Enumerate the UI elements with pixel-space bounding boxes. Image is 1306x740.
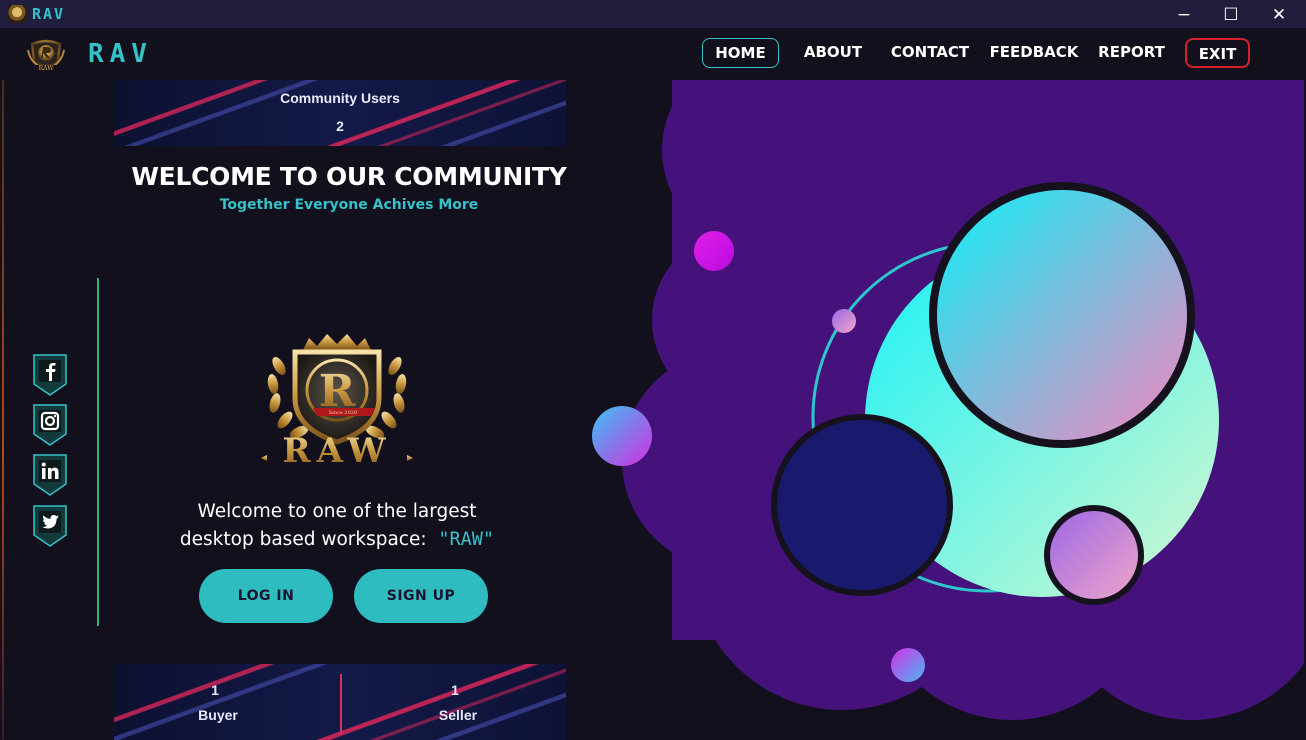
buyer-label: Buyer: [198, 707, 238, 723]
facebook-icon[interactable]: [33, 354, 67, 396]
header: RAW RAV HOME ABOUT CONTACT FEEDBACK REPO…: [2, 28, 1304, 80]
pink-circle: [1044, 505, 1144, 605]
blue-dot: [592, 406, 652, 466]
app-icon: [8, 5, 26, 23]
intro-text: Welcome to one of the largest desktop ba…: [162, 498, 512, 554]
intro-line-2-wrap: desktop based workspace: "RAW": [162, 526, 512, 554]
nav-exit[interactable]: EXIT: [1185, 38, 1250, 68]
nav-home[interactable]: HOME: [702, 38, 779, 68]
instagram-icon[interactable]: [33, 404, 67, 446]
welcome-title: WELCOME TO OUR COMMUNITY: [131, 162, 567, 191]
seller-count: 1: [451, 682, 459, 698]
user-stats-card: 1 Buyer 1 Seller: [114, 664, 566, 740]
app-window: RAW RAV HOME ABOUT CONTACT FEEDBACK REPO…: [2, 28, 1304, 740]
divider-line: [97, 278, 99, 626]
stats-divider: [340, 674, 342, 734]
buyer-count: 1: [211, 682, 219, 698]
cyan-pink-circle: [929, 182, 1195, 448]
minimize-button[interactable]: −: [1170, 4, 1198, 26]
twitter-icon[interactable]: [33, 505, 67, 547]
maximize-button[interactable]: ☐: [1217, 4, 1245, 26]
intro-highlight: "RAW": [438, 529, 495, 550]
intro-line-1: Welcome to one of the largest: [197, 501, 477, 522]
logo-text: RAW: [282, 431, 391, 470]
close-button[interactable]: ✕: [1265, 4, 1293, 26]
linkedin-icon[interactable]: [33, 454, 67, 496]
community-users-count: 2: [336, 118, 344, 134]
brand-name: RAV: [88, 39, 153, 69]
welcome-subtitle: Together Everyone Achives More: [219, 197, 479, 213]
brand-logo: RAW: [27, 39, 65, 72]
raw-logo: R Since 2020 RAW: [261, 334, 413, 470]
intro-line-2: desktop based workspace:: [179, 529, 427, 550]
seller-label: Seller: [438, 707, 478, 723]
violet-dot: [891, 648, 925, 682]
nav-report[interactable]: REPORT: [1094, 38, 1169, 68]
login-button[interactable]: LOG IN: [199, 569, 333, 623]
nav-feedback[interactable]: FEEDBACK: [988, 38, 1080, 68]
svg-text:RAW: RAW: [39, 65, 55, 72]
window-titlebar: RAV − ☐ ✕: [0, 0, 1306, 28]
nav-contact[interactable]: CONTACT: [886, 38, 974, 68]
magenta-dot: [694, 231, 734, 271]
community-users-label: Community Users: [280, 90, 400, 106]
lilac-dot: [832, 309, 856, 333]
window-title: RAV: [32, 5, 66, 23]
signup-button[interactable]: SIGN UP: [354, 569, 488, 623]
community-users-card: Community Users 2: [114, 80, 566, 146]
window-edge: [2, 28, 4, 740]
hero-illustration: [592, 80, 1304, 720]
logo-ribbon-text: Since 2020: [329, 410, 357, 416]
nav-about[interactable]: ABOUT: [797, 38, 869, 68]
navy-circle: [771, 414, 953, 596]
